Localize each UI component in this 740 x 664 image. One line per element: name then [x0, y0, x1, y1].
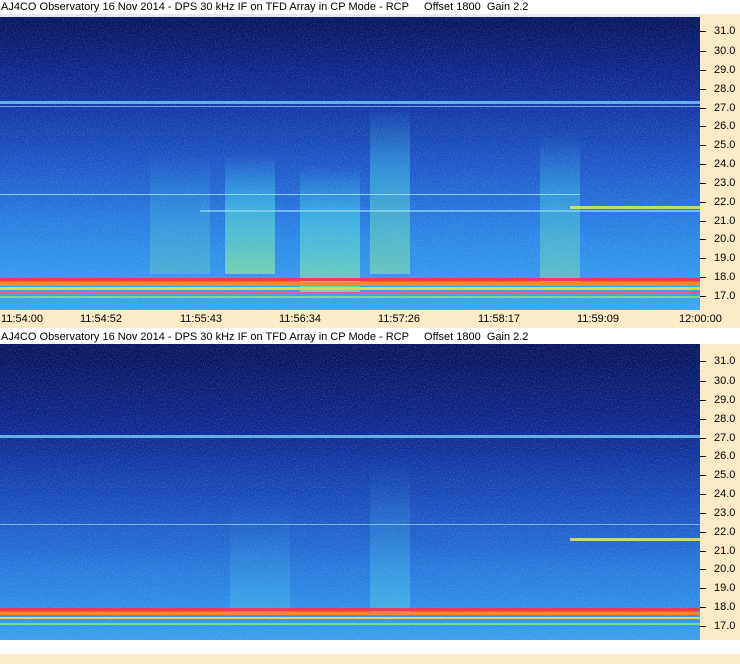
- freq-tick-label: 30.0: [714, 375, 736, 387]
- time-tick-label: 11:59:09: [577, 313, 620, 325]
- freq-tick-label: 19.0: [714, 252, 736, 264]
- freq-tick-label: 18.0: [714, 601, 736, 613]
- freq-tick-label: 20.0: [714, 563, 736, 575]
- freq-tick-label: 23.0: [714, 177, 736, 189]
- freq-tick-label: 31.0: [714, 25, 736, 37]
- freq-tick-label: 19.0: [714, 582, 736, 594]
- frequency-axis: 31.0 30.0 29.0 28.0 27.0 26.0 25.0 24.0 …: [700, 344, 740, 640]
- freq-tick-label: 30.0: [714, 45, 736, 57]
- time-tick-label: 11:57:26: [378, 313, 421, 325]
- freq-tick-label: 24.0: [714, 158, 736, 170]
- freq-tick-label: 21.0: [714, 215, 736, 227]
- freq-tick-label: 23.0: [714, 507, 736, 519]
- freq-tick-label: 31.0: [714, 355, 736, 367]
- freq-tick-label: 17.0: [714, 290, 736, 302]
- time-tick-label: 11:58:17: [478, 313, 521, 325]
- spectrogram-image[interactable]: [0, 14, 700, 310]
- freq-tick-label: 24.0: [714, 488, 736, 500]
- freq-tick-label: 18.0: [714, 271, 736, 283]
- time-tick-label: 11:54:00: [1, 313, 44, 325]
- freq-tick-label: 26.0: [714, 120, 736, 132]
- freq-tick-label: 29.0: [714, 64, 736, 76]
- freq-tick-label: 25.0: [714, 469, 736, 481]
- freq-tick-label: 28.0: [714, 83, 736, 95]
- spectrogram-image[interactable]: [0, 344, 700, 640]
- freq-tick-label: 21.0: [714, 545, 736, 557]
- frequency-axis: 31.0 30.0 29.0 28.0 27.0 26.0 25.0 24.0 …: [700, 14, 740, 310]
- time-axis: 11:54:00 11:54:52 11:55:43 11:56:34 11:5…: [0, 310, 740, 328]
- freq-tick-label: 22.0: [714, 196, 736, 208]
- time-tick-label: 11:55:43: [180, 313, 223, 325]
- time-tick-label: 11:56:34: [279, 313, 322, 325]
- freq-tick-label: 17.0: [714, 620, 736, 632]
- freq-tick-label: 27.0: [714, 432, 736, 444]
- freq-tick-label: 28.0: [714, 413, 736, 425]
- spectrogram-panel-rcp-1: AJ4CO Observatory 16 Nov 2014 - DPS 30 k…: [0, 0, 740, 328]
- panel-title: AJ4CO Observatory 16 Nov 2014 - DPS 30 k…: [0, 0, 740, 14]
- spectrogram-panel-rcp-2: AJ4CO Observatory 16 Nov 2014 - DPS 30 k…: [0, 330, 740, 654]
- freq-tick-label: 25.0: [714, 139, 736, 151]
- freq-tick-label: 20.0: [714, 233, 736, 245]
- time-tick-label: 11:54:52: [80, 313, 123, 325]
- time-tick-label: 12:00:00: [679, 313, 722, 325]
- freq-tick-label: 27.0: [714, 102, 736, 114]
- time-axis-empty: [0, 654, 740, 664]
- panel-title: AJ4CO Observatory 16 Nov 2014 - DPS 30 k…: [0, 330, 740, 344]
- freq-tick-label: 29.0: [714, 394, 736, 406]
- freq-tick-label: 26.0: [714, 450, 736, 462]
- freq-tick-label: 22.0: [714, 526, 736, 538]
